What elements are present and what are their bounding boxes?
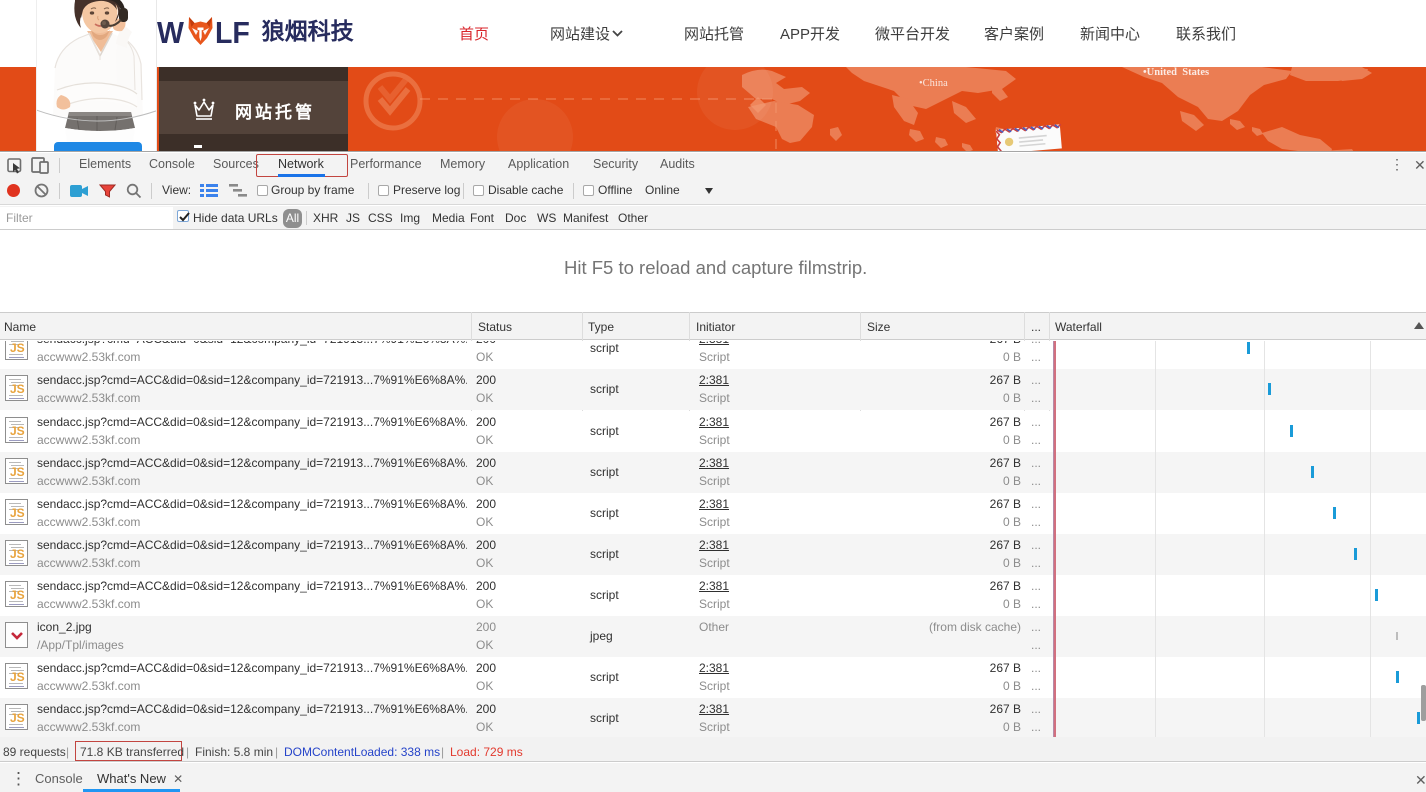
svg-text:•United States: •United States bbox=[1143, 67, 1209, 78]
svg-text:•China: •China bbox=[919, 78, 948, 89]
